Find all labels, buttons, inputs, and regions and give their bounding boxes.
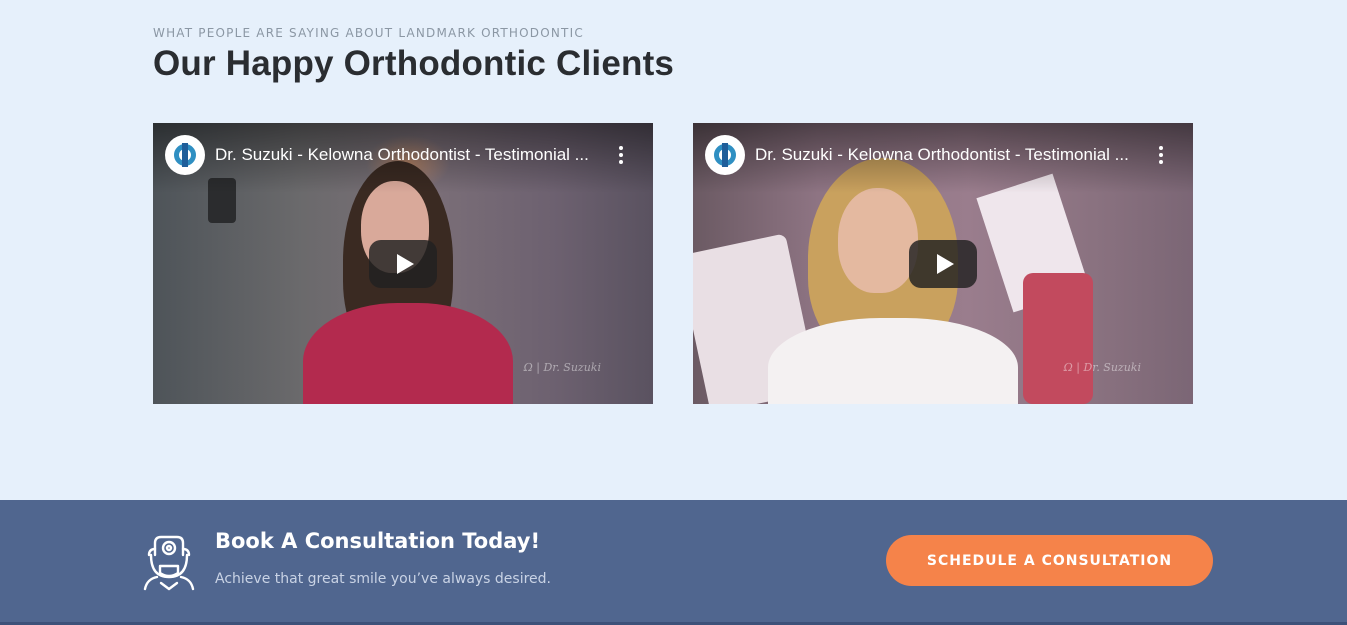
testimonial-video-2[interactable]: Dr. Suzuki - Kelowna Orthodontist - Test… (693, 123, 1193, 404)
testimonials-section: WHAT PEOPLE ARE SAYING ABOUT LANDMARK OR… (0, 0, 1347, 500)
more-options-icon[interactable] (1156, 146, 1166, 166)
orthodontist-icon (143, 535, 195, 591)
more-options-icon[interactable] (616, 146, 626, 166)
video-watermark: Ω | Dr. Suzuki (1063, 361, 1141, 374)
channel-logo-icon[interactable] (705, 135, 745, 175)
consultation-banner: Book A Consultation Today! Achieve that … (0, 500, 1347, 625)
video-title[interactable]: Dr. Suzuki - Kelowna Orthodontist - Test… (755, 145, 1150, 165)
video-watermark: Ω | Dr. Suzuki (523, 361, 601, 374)
cta-subtitle: Achieve that great smile you’ve always d… (215, 571, 552, 587)
video-title[interactable]: Dr. Suzuki - Kelowna Orthodontist - Test… (215, 145, 610, 165)
channel-logo-icon[interactable] (165, 135, 205, 175)
section-heading: Our Happy Orthodontic Clients (153, 44, 675, 83)
section-eyebrow: WHAT PEOPLE ARE SAYING ABOUT LANDMARK OR… (153, 26, 584, 40)
schedule-consultation-button[interactable]: SCHEDULE A CONSULTATION (886, 535, 1213, 586)
play-button[interactable] (369, 240, 437, 288)
play-button[interactable] (909, 240, 977, 288)
cta-title: Book A Consultation Today! (215, 529, 541, 553)
testimonial-video-1[interactable]: Dr. Suzuki - Kelowna Orthodontist - Test… (153, 123, 653, 404)
